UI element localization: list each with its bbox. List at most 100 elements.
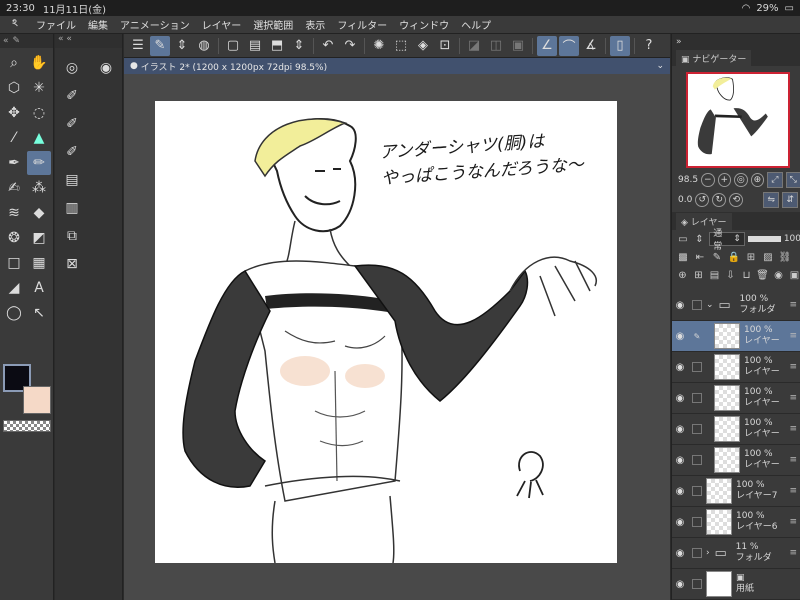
sub-tool-settings-icon[interactable]: ◉ <box>94 56 118 80</box>
operation-tool-icon[interactable]: ⬡ <box>2 76 26 100</box>
updown-icon[interactable]: ⇕ <box>289 36 309 56</box>
opacity-slider[interactable] <box>747 236 781 242</box>
layer-row[interactable]: ◉ 100 % レイヤー ≡ <box>672 383 800 414</box>
layer-drag-icon[interactable]: ≡ <box>789 517 797 527</box>
transform-icon[interactable]: ⊡ <box>435 36 455 56</box>
flip-horizontal-icon[interactable]: ⇋ <box>763 192 780 208</box>
opacity-value[interactable]: 100 <box>784 234 800 244</box>
fit-icon[interactable]: ◎ <box>734 173 748 187</box>
x-box-icon[interactable]: ⊠ <box>60 252 84 276</box>
film-icon[interactable]: ▥ <box>60 196 84 220</box>
layer-row-paper[interactable]: ◉ ▣ 用紙 <box>672 569 800 600</box>
document-tab[interactable]: ● イラスト 2* (1200 x 1200px 72dpi 98.5%) ⌄ <box>124 58 670 74</box>
pencil-variant-icon[interactable]: ✐ <box>60 112 84 136</box>
clear-icon[interactable]: ⬚ <box>391 36 411 56</box>
lock-transparency-icon[interactable]: ⊞ <box>744 250 758 264</box>
pen-tab-icon[interactable]: ✎ <box>13 36 21 46</box>
navigator-preview[interactable] <box>686 72 790 168</box>
visibility-eye-icon[interactable]: ◉ <box>672 517 688 528</box>
quick-access-icon[interactable]: ◍ <box>194 36 214 56</box>
edit-icon[interactable]: ✎ <box>150 35 170 56</box>
clip-icon[interactable]: ▩ <box>676 250 690 264</box>
rotate-right-icon[interactable]: ↻ <box>712 193 727 207</box>
perspective-snap-icon[interactable]: ∡ <box>581 36 601 56</box>
layer-mask-icon[interactable]: ◉ <box>772 268 785 282</box>
help-icon[interactable]: ? <box>639 36 659 56</box>
frame-tool-icon[interactable]: ▦ <box>27 251 51 275</box>
new-raster-layer-icon[interactable]: ⊕ <box>676 268 689 282</box>
fit-screen-icon[interactable]: ⤡ <box>785 172 800 188</box>
layer-row-folder[interactable]: ◉ › ▭ 11 % フォルダ ≡ <box>672 538 800 569</box>
layer-checkbox[interactable] <box>692 362 702 372</box>
layer-color-icon[interactable]: ▭ <box>676 232 690 246</box>
visibility-eye-icon[interactable]: ◉ <box>672 424 688 435</box>
menu-window[interactable]: ウィンドウ <box>393 17 455 32</box>
flip-vertical-icon[interactable]: ⇵ <box>782 192 799 208</box>
layer-checkbox[interactable] <box>692 455 702 465</box>
undo-icon[interactable]: ↶ <box>318 36 338 56</box>
layer-row[interactable]: ◉ 100 % レイヤー ≡ <box>672 445 800 476</box>
new-folder-icon[interactable]: ▤ <box>708 268 721 282</box>
layer-checkbox[interactable] <box>692 424 702 434</box>
rotation-value[interactable]: 0.0 <box>678 195 692 205</box>
invert-icon[interactable]: ◫ <box>486 36 506 56</box>
open-file-icon[interactable]: ▤ <box>245 36 265 56</box>
layer-menu-icon[interactable]: ▣ <box>788 268 800 282</box>
menu-animation[interactable]: アニメーション <box>114 17 196 32</box>
airbrush-tool-icon[interactable]: ⁂ <box>27 176 51 200</box>
stack-icon[interactable]: ⧉ <box>60 224 84 248</box>
fill-icon[interactable]: ◈ <box>413 36 433 56</box>
eraser-tool-icon[interactable]: ◆ <box>27 201 51 225</box>
move-tool-icon[interactable]: ✥ <box>2 101 26 125</box>
delete-layer-icon[interactable]: 🗑 <box>756 268 769 282</box>
menu-view[interactable]: 表示 <box>299 17 331 32</box>
layer-drag-icon[interactable]: ≡ <box>789 331 797 341</box>
layer-checkbox[interactable] <box>692 300 702 310</box>
balloon-tool-icon[interactable]: ◯ <box>2 301 26 325</box>
visibility-eye-icon[interactable]: ◉ <box>672 300 688 311</box>
visibility-eye-icon[interactable]: ◉ <box>672 393 688 404</box>
menu-selection[interactable]: 選択範囲 <box>247 17 299 32</box>
correct-line-tool-icon[interactable]: ↖ <box>27 301 51 325</box>
layer-checkbox[interactable] <box>692 517 702 527</box>
eyedropper-tool-icon[interactable]: ⁄ <box>2 126 26 150</box>
new-file-icon[interactable]: ▢ <box>223 36 243 56</box>
brush-tool-icon[interactable]: ✍ <box>2 176 26 200</box>
zoom-out-icon[interactable]: − <box>701 173 715 187</box>
merge-icon[interactable]: ⊔ <box>740 268 753 282</box>
sub-color-swatch[interactable] <box>23 386 51 414</box>
selection-icon[interactable]: ▣ <box>508 36 528 56</box>
app-logo-icon[interactable]: ঽ <box>0 16 30 33</box>
deselect-icon[interactable]: ◪ <box>464 36 484 56</box>
layer-checkbox[interactable] <box>692 393 702 403</box>
visibility-eye-icon[interactable]: ◉ <box>672 331 688 342</box>
layer-row-selected[interactable]: ◉ ✎ 100 % レイヤー ≡ <box>672 321 800 352</box>
transfer-down-icon[interactable]: ⇩ <box>724 268 737 282</box>
layer-drag-icon[interactable]: ≡ <box>789 393 797 403</box>
menu-edit[interactable]: 編集 <box>82 17 114 32</box>
lasso-tool-icon[interactable]: ◌ <box>27 101 51 125</box>
layer-checkbox[interactable] <box>692 548 702 558</box>
pencil-tool-icon[interactable]: ✏ <box>27 151 51 175</box>
layer-row-folder[interactable]: ◉ ⌄ ▭ 100 % フォルダ ≡ <box>672 290 800 321</box>
texture-icon[interactable]: ▤ <box>60 168 84 192</box>
visibility-eye-icon[interactable]: ◉ <box>672 486 688 497</box>
zoom-tool-icon[interactable]: ⌕ <box>2 51 26 75</box>
zoom-value[interactable]: 98.5 <box>678 175 698 185</box>
pen-tool-icon[interactable]: ✒ <box>2 151 26 175</box>
menu-help[interactable]: ヘルプ <box>455 17 497 32</box>
blend-mode-select[interactable]: 通常 ⇕ <box>709 229 745 252</box>
transparent-color-swatch[interactable] <box>3 420 51 432</box>
hand-tool-icon[interactable]: ✋ <box>27 51 51 75</box>
navigator-tab[interactable]: ▣ ナビゲーター <box>676 49 752 67</box>
layer-row[interactable]: ◉ 100 % レイヤー6 ≡ <box>672 507 800 538</box>
text-tool-icon[interactable]: A <box>27 276 51 300</box>
layer-drag-icon[interactable]: ≡ <box>789 455 797 465</box>
draft-icon[interactable]: ✎ <box>710 250 724 264</box>
menu-filter[interactable]: フィルター <box>331 17 393 32</box>
mask-icon[interactable]: ▨ <box>761 250 775 264</box>
loading-icon[interactable]: ✺ <box>369 36 389 56</box>
layer-drag-icon[interactable]: ≡ <box>789 424 797 434</box>
layer-row[interactable]: ◉ 100 % レイヤー ≡ <box>672 414 800 445</box>
link-icon[interactable]: ⛓ <box>778 250 792 264</box>
